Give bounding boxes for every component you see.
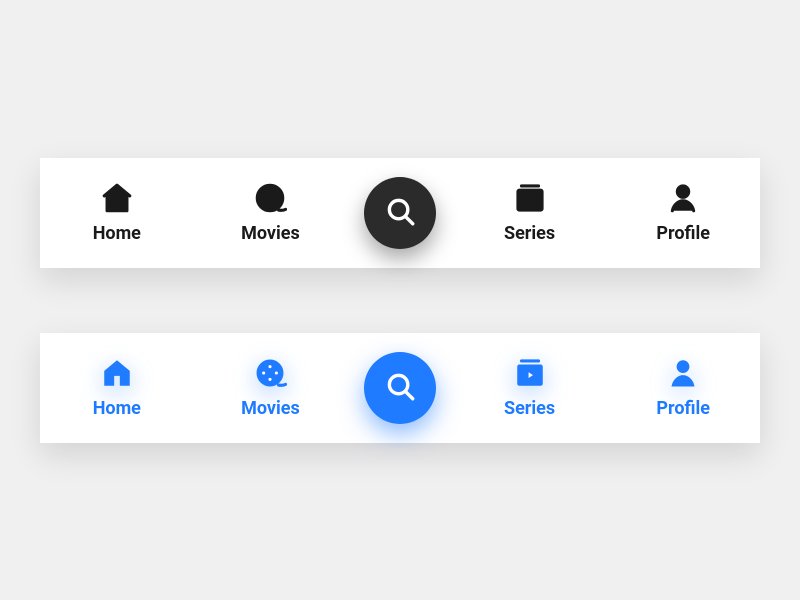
nav-series[interactable]: Series: [470, 356, 590, 419]
search-button[interactable]: [364, 177, 436, 249]
nav-profile-label: Profile: [656, 223, 710, 244]
nav-home-label: Home: [93, 223, 141, 244]
nav-movies-label: Movies: [241, 398, 300, 419]
tv-play-icon: [513, 356, 547, 390]
nav-series-label: Series: [504, 398, 555, 419]
nav-profile[interactable]: Profile: [623, 181, 743, 244]
search-button[interactable]: [364, 352, 436, 424]
nav-series[interactable]: Series: [470, 181, 590, 244]
person-icon: [666, 181, 700, 215]
nav-home[interactable]: Home: [57, 181, 177, 244]
nav-series-label: Series: [504, 223, 555, 244]
nav-home[interactable]: Home: [57, 356, 177, 419]
person-icon: [666, 356, 700, 390]
search-icon: [383, 194, 417, 232]
nav-profile-label: Profile: [656, 398, 710, 419]
home-icon: [100, 356, 134, 390]
tv-play-icon: [513, 181, 547, 215]
nav-movies-label: Movies: [241, 223, 300, 244]
nav-home-label: Home: [93, 398, 141, 419]
nav-profile[interactable]: Profile: [623, 356, 743, 419]
nav-movies[interactable]: Movies: [210, 181, 330, 244]
navbar-blue: Home Movies: [40, 333, 760, 443]
nav-movies[interactable]: Movies: [210, 356, 330, 419]
home-icon: [100, 181, 134, 215]
search-icon: [383, 369, 417, 407]
film-reel-icon: [253, 181, 287, 215]
film-reel-icon: [253, 356, 287, 390]
navbar-dark: Home Movies: [40, 158, 760, 268]
